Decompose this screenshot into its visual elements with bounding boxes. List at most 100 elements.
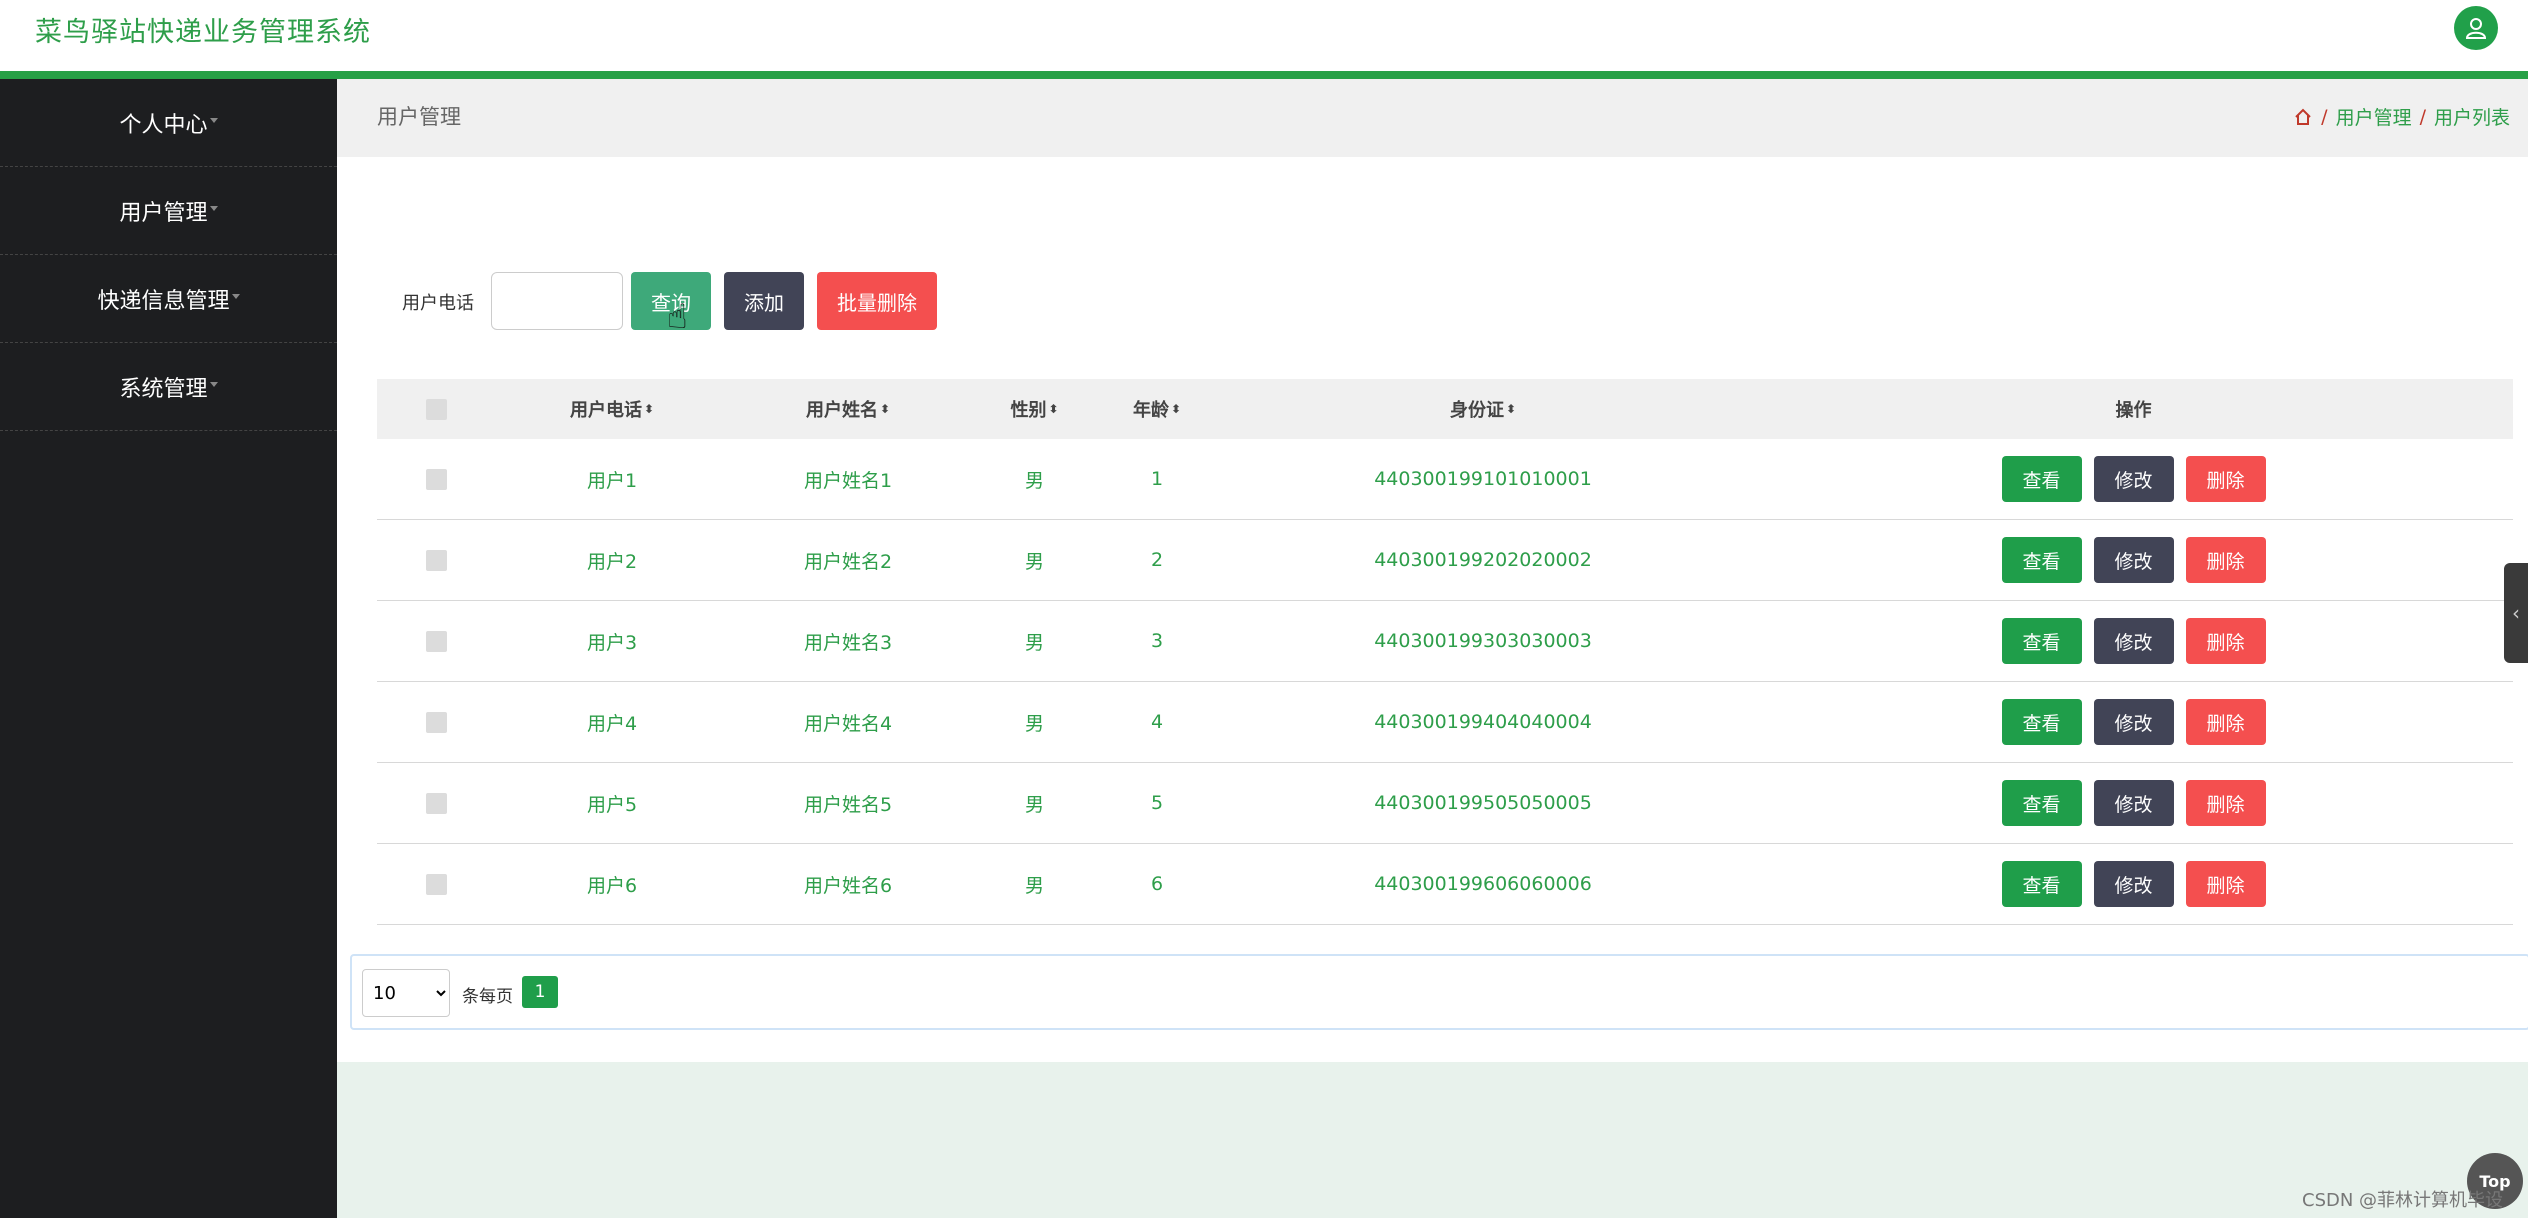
delete-button[interactable]: 删除 [2185,699,2266,745]
row-checkbox[interactable] [425,630,447,652]
edit-button[interactable]: 修改 [2093,537,2174,583]
page-size-label: 条每页 [462,987,513,1007]
breadcrumb-user-list[interactable]: 用户列表 [2434,103,2510,130]
cell-phone: 用户2 [586,550,638,573]
cell-age: 6 [1150,873,1164,895]
delete-button[interactable]: 删除 [2185,861,2266,907]
column-header-gender[interactable]: 性别 ⬍ [967,396,1102,422]
breadcrumb-separator: / [2419,105,2426,128]
delete-button[interactable]: 删除 [2185,456,2266,502]
table-row: 用户2 用户姓名2 男 2 440300199202020002 查看 修改 删… [377,520,2513,601]
breadcrumb-user-management[interactable]: 用户管理 [2336,103,2412,130]
row-checkbox[interactable] [425,711,447,733]
cell-id-card: 440300199404040004 [1374,711,1592,733]
view-button[interactable]: 查看 [2001,618,2082,664]
batch-delete-button[interactable]: 批量删除 [817,272,937,330]
phone-search-input[interactable] [491,272,623,330]
breadcrumb-bar: 用户管理 / 用户管理 / 用户列表 [337,79,2528,157]
pagination: 10 条每页 1 [350,954,2528,1030]
cell-phone: 用户3 [586,631,638,654]
cell-gender: 男 [1024,793,1044,816]
row-checkbox[interactable] [425,873,447,895]
view-button[interactable]: 查看 [2001,456,2082,502]
cell-name: 用户姓名1 [803,469,893,492]
table-row: 用户3 用户姓名3 男 3 440300199303030003 查看 修改 删… [377,601,2513,682]
view-button[interactable]: 查看 [2001,861,2082,907]
page-size-select[interactable]: 10 [362,969,450,1017]
cell-name: 用户姓名2 [803,550,893,573]
table-row: 用户1 用户姓名1 男 1 440300199101010001 查看 修改 删… [377,439,2513,520]
add-button[interactable]: 添加 [724,272,804,330]
view-button[interactable]: 查看 [2001,537,2082,583]
sidebar: 个人中心 用户管理 快递信息管理 系统管理 [0,79,337,1218]
breadcrumb-separator: / [2321,105,2328,128]
column-header-age[interactable]: 年龄 ⬍ [1102,396,1212,422]
column-header-name[interactable]: 用户姓名 ⬍ [729,396,967,422]
sidebar-item-personal-center[interactable]: 个人中心 [0,79,337,167]
cell-id-card: 440300199101010001 [1374,468,1592,490]
home-icon[interactable] [2293,107,2313,127]
sidebar-item-label: 个人中心 [119,112,208,138]
edit-button[interactable]: 修改 [2093,456,2174,502]
breadcrumb: / 用户管理 / 用户列表 [2293,103,2510,130]
content-panel: 用户电话 查询 添加 批量删除 ☝ 用户电话 ⬍ 用户姓名 ⬍ 性别 ⬍ 年龄 ⬍ 身份… [337,157,2528,1062]
table-row: 用户4 用户姓名4 男 4 440300199404040004 查看 修改 删… [377,682,2513,763]
edit-button[interactable]: 修改 [2093,861,2174,907]
cell-age: 1 [1150,468,1164,490]
search-label: 用户电话 [402,293,474,314]
cell-age: 4 [1150,711,1164,733]
sidebar-item-system-management[interactable]: 系统管理 [0,343,337,431]
sidebar-item-user-management[interactable]: 用户管理 [0,167,337,255]
cell-phone: 用户4 [586,712,638,735]
cell-name: 用户姓名4 [803,712,893,735]
caret-down-icon [209,382,218,387]
collapse-tab[interactable]: ‹ [2504,563,2528,663]
caret-down-icon [209,118,218,123]
caret-down-icon [231,294,240,299]
view-button[interactable]: 查看 [2001,780,2082,826]
cell-id-card: 440300199606060006 [1374,873,1592,895]
cell-gender: 男 [1024,550,1044,573]
row-checkbox[interactable] [425,549,447,571]
edit-button[interactable]: 修改 [2093,618,2174,664]
view-button[interactable]: 查看 [2001,699,2082,745]
user-avatar[interactable] [2454,6,2498,50]
cell-gender: 男 [1024,469,1044,492]
column-header-actions: 操作 [2115,400,2152,421]
main-area: 用户管理 / 用户管理 / 用户列表 用户电话 查询 添加 批量删除 ☝ 用户电… [337,79,2528,1218]
row-checkbox[interactable] [425,468,447,490]
cell-id-card: 440300199505050005 [1374,792,1592,814]
sidebar-item-label: 快递信息管理 [97,288,230,314]
delete-button[interactable]: 删除 [2185,537,2266,583]
sort-icon: ⬍ [1048,402,1059,416]
table-row: 用户5 用户姓名5 男 5 440300199505050005 查看 修改 删… [377,763,2513,844]
page-number-button[interactable]: 1 [522,976,558,1008]
row-checkbox[interactable] [425,792,447,814]
caret-down-icon [209,206,218,211]
cell-age: 3 [1150,630,1164,652]
column-header-id-card[interactable]: 身份证 ⬍ [1212,396,1754,422]
cell-age: 5 [1150,792,1164,814]
cell-gender: 男 [1024,712,1044,735]
chevron-left-icon: ‹ [2512,601,2520,625]
table-header: 用户电话 ⬍ 用户姓名 ⬍ 性别 ⬍ 年龄 ⬍ 身份证 ⬍ 操作 [377,379,2513,439]
user-table: 用户电话 ⬍ 用户姓名 ⬍ 性别 ⬍ 年龄 ⬍ 身份证 ⬍ 操作 用户1 用户姓名1 男 … [377,379,2513,925]
cell-gender: 男 [1024,874,1044,897]
delete-button[interactable]: 删除 [2185,618,2266,664]
app-header: 菜鸟驿站快递业务管理系统 [0,0,2528,71]
watermark: CSDN @菲林计算机毕设 [2302,1190,2504,1211]
edit-button[interactable]: 修改 [2093,780,2174,826]
cell-id-card: 440300199303030003 [1374,630,1592,652]
cell-phone: 用户6 [586,874,638,897]
cell-gender: 男 [1024,631,1044,654]
delete-button[interactable]: 删除 [2185,780,2266,826]
edit-button[interactable]: 修改 [2093,699,2174,745]
cell-name: 用户姓名6 [803,874,893,897]
select-all-checkbox[interactable] [425,398,447,420]
cell-name: 用户姓名3 [803,631,893,654]
column-header-phone[interactable]: 用户电话 ⬍ [495,396,729,422]
sidebar-item-express-info[interactable]: 快递信息管理 [0,255,337,343]
page-title: 用户管理 [377,105,461,129]
cell-phone: 用户1 [586,469,638,492]
hand-cursor-icon: ☝ [667,297,688,337]
